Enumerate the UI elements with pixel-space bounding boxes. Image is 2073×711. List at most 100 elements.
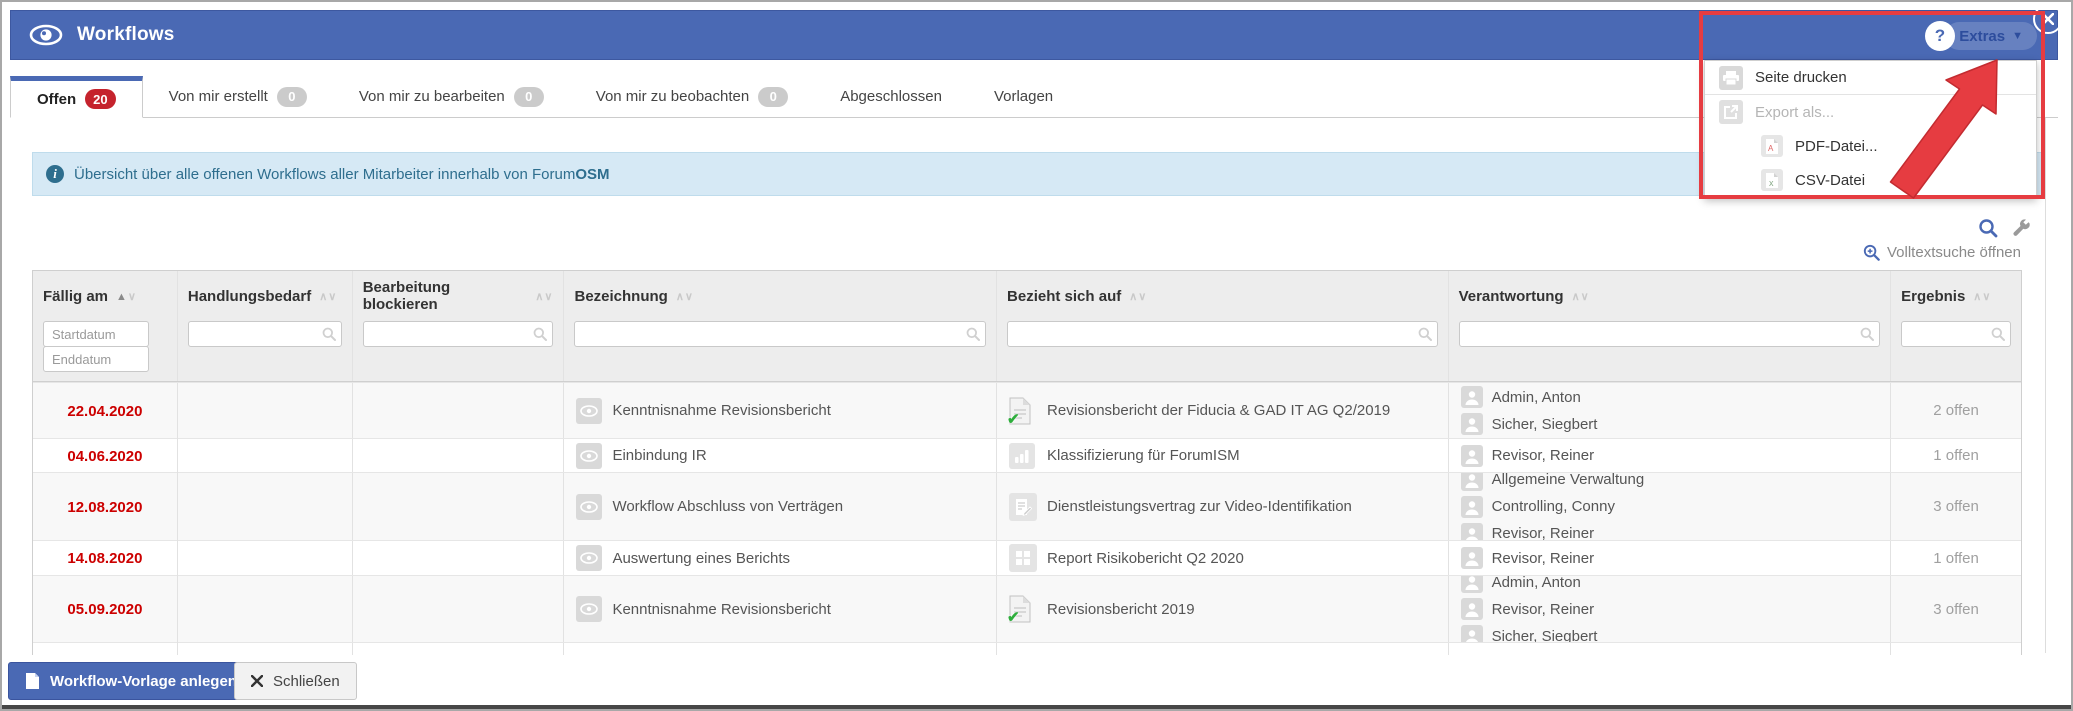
document-icon <box>26 673 39 689</box>
responsible-person: Revisor, Reiner <box>1460 547 1594 569</box>
column-header-bearbeitung-blockieren[interactable]: Bearbeitung blockieren ∧∨ <box>353 271 565 315</box>
window-bottom-edge <box>2 705 2071 709</box>
column-header-ergebnis[interactable]: Ergebnis ∧∨ <box>1891 271 2021 315</box>
table-row[interactable]: 04.06.2020 Einbindung IR Klassifizierung f… <box>33 438 2021 473</box>
tab-abgeschlossen[interactable]: Abgeschlossen <box>814 76 968 117</box>
ergebnis-cell: 1 offen <box>1933 549 1979 567</box>
responsible-person: Allgemeine Verwaltung <box>1460 473 1644 491</box>
verantwortung-cell: Revisor, Reiner <box>1449 541 1892 575</box>
workflow-table: Fällig am ▲∨ Handlungsbedarf ∧∨ Bearbeitung … <box>32 270 2022 709</box>
close-panel-button[interactable] <box>2033 4 2063 34</box>
sort-arrows-icon[interactable]: ∧∨ <box>1129 290 1147 303</box>
table-row[interactable]: 05.09.2020 Kenntnisnahme Revisionsbericht… <box>33 575 2021 643</box>
filter-cell-ergebnis <box>1891 315 2021 381</box>
close-icon <box>251 675 263 687</box>
verantwortung-cell: Allgemeine Verwaltung Controlling, Conny R… <box>1449 473 1892 540</box>
column-header-f-llig-am[interactable]: Fällig am ▲∨ <box>33 271 178 315</box>
sort-arrows-icon[interactable]: ∧∨ <box>1572 290 1590 303</box>
menu-item-seite-drucken[interactable]: Seite drucken <box>1705 61 2036 95</box>
column-header-bezeichnung[interactable]: Bezeichnung ∧∨ <box>564 271 998 315</box>
person-icon <box>1460 413 1483 435</box>
sort-arrows-icon[interactable]: ∧∨ <box>319 290 337 303</box>
person-icon <box>1460 522 1483 540</box>
handlungsbedarf-cell <box>178 383 353 438</box>
search-icon <box>1418 327 1432 341</box>
export-icon <box>1719 100 1743 124</box>
extras-dropdown-menu: Seite drucken Export als... A PDF-Datei... x… <box>1704 60 2037 198</box>
title-bar: Workflows ? Extras ▼ <box>10 10 2058 60</box>
column-header-verantwortung[interactable]: Verantwortung ∧∨ <box>1449 271 1892 315</box>
contract-icon <box>1009 492 1038 521</box>
filter-cell-verantwortung <box>1449 315 1892 381</box>
bezeichnung-cell: Workflow Abschluss von Verträgen <box>564 473 998 540</box>
due-date-cell: 12.08.2020 <box>33 473 178 541</box>
chart-icon <box>1009 442 1036 469</box>
workflow-eye-icon <box>29 23 63 47</box>
filter-input-verantwortung[interactable] <box>1458 321 1881 347</box>
eye-icon <box>576 397 603 424</box>
bearbeitung-blockieren-cell <box>353 383 565 438</box>
ergebnis-cell: 1 offen <box>1933 447 1979 464</box>
bearbeitung-blockieren-cell <box>353 473 565 540</box>
bearbeitung-blockieren-cell <box>353 576 565 642</box>
tab-von-mir-zu-bearbeiten[interactable]: Von mir zu bearbeiten 0 <box>333 76 570 117</box>
ergebnis-cell: 3 offen <box>1933 600 1979 618</box>
filter-input-bearbeitung-blockieren[interactable] <box>362 321 554 347</box>
filter-input-bezeichnung[interactable] <box>574 321 987 347</box>
sort-arrows-icon[interactable]: ∧∨ <box>535 290 553 303</box>
sort-arrows-icon[interactable]: ∧∨ <box>1973 290 1991 303</box>
workflows-window: Workflows ? Extras ▼ Offen 20 Von mir erst… <box>0 0 2073 711</box>
responsible-person: Controlling, Conny <box>1460 495 1645 518</box>
bezieht-sich-auf-cell: ✔ Revisionsbericht 2019 <box>997 576 1449 642</box>
extras-button[interactable]: Extras ▼ <box>1945 22 2037 50</box>
tab-label: Von mir zu beobachten <box>595 88 750 105</box>
close-icon <box>2042 13 2054 25</box>
search-icon <box>1860 327 1875 341</box>
start-date-input[interactable] <box>43 321 149 347</box>
search-icon[interactable] <box>1978 218 1998 238</box>
filter-cell-bearbeitung-blockieren <box>353 315 565 381</box>
tab-offen[interactable]: Offen 20 <box>10 76 143 118</box>
wrench-icon[interactable] <box>2011 218 2031 238</box>
menu-item-csv-datei[interactable]: x CSV-Datei <box>1705 163 2036 197</box>
responsible-person: Revisor, Reiner <box>1460 522 1645 540</box>
column-header-bezieht-sich-auf[interactable]: Bezieht sich auf ∧∨ <box>997 271 1449 315</box>
menu-item-pdf-datei[interactable]: A PDF-Datei... <box>1705 129 2036 163</box>
bezieht-sich-auf-cell: Klassifizierung für ForumISM <box>997 439 1449 472</box>
bezieht-sich-auf-cell: Dienstleistungsvertrag zur Video-Identif… <box>997 473 1449 540</box>
filter-input-handlungsbedarf[interactable] <box>187 321 342 347</box>
sort-arrows-icon[interactable]: ▲∨ <box>116 290 137 303</box>
table-header-row: Fällig am ▲∨ Handlungsbedarf ∧∨ Bearbeitung … <box>33 271 2021 315</box>
person-icon <box>1460 495 1483 518</box>
tab-von-mir-erstellt[interactable]: Von mir erstellt 0 <box>143 76 333 117</box>
handlungsbedarf-cell <box>178 541 353 575</box>
menu-item-label: CSV-Datei <box>1795 171 1866 189</box>
due-date-cell: 04.06.2020 <box>33 439 178 473</box>
info-icon: i <box>46 165 64 183</box>
end-date-input[interactable] <box>43 346 149 372</box>
filter-cell-bezeichnung <box>564 315 998 381</box>
verantwortung-cell: Admin, Anton Sicher, Siegbert <box>1449 383 1892 438</box>
info-text: Übersicht über alle offenen Workflows al… <box>74 165 576 183</box>
create-workflow-template-button[interactable]: Workflow-Vorlage anlegen <box>8 662 254 700</box>
tab-vorlagen[interactable]: Vorlagen <box>968 76 1079 117</box>
table-row[interactable]: 14.08.2020 Auswertung eines Berichts Repor… <box>33 540 2021 576</box>
search-plus-icon <box>1863 244 1880 261</box>
footer-bar: Workflow-Vorlage anlegen Schließen <box>2 655 2071 709</box>
bearbeitung-blockieren-cell <box>353 439 565 472</box>
close-button[interactable]: Schließen <box>234 662 357 700</box>
tab-von-mir-zu-beobachten[interactable]: Von mir zu beobachten 0 <box>570 76 814 117</box>
filter-input-bezieht-sich-auf[interactable] <box>1007 321 1438 347</box>
sort-arrows-icon[interactable]: ∧∨ <box>676 290 694 303</box>
open-fulltext-search-link[interactable]: Volltextsuche öffnen <box>1863 244 2021 261</box>
table-row[interactable]: 22.04.2020 Kenntnisnahme Revisionsbericht… <box>33 382 2021 439</box>
handlungsbedarf-cell <box>178 473 353 540</box>
column-header-handlungsbedarf[interactable]: Handlungsbedarf ∧∨ <box>178 271 353 315</box>
menu-item-label: PDF-Datei... <box>1795 137 1878 155</box>
person-icon <box>1460 547 1483 569</box>
table-row[interactable]: 12.08.2020 Workflow Abschluss von Verträg… <box>33 472 2021 541</box>
person-icon <box>1460 473 1483 491</box>
menu-item-label: Seite drucken <box>1755 69 1847 86</box>
bezeichnung-cell: Kenntnisnahme Revisionsbericht <box>564 383 998 438</box>
bezeichnung-cell: Einbindung IR <box>564 439 998 472</box>
